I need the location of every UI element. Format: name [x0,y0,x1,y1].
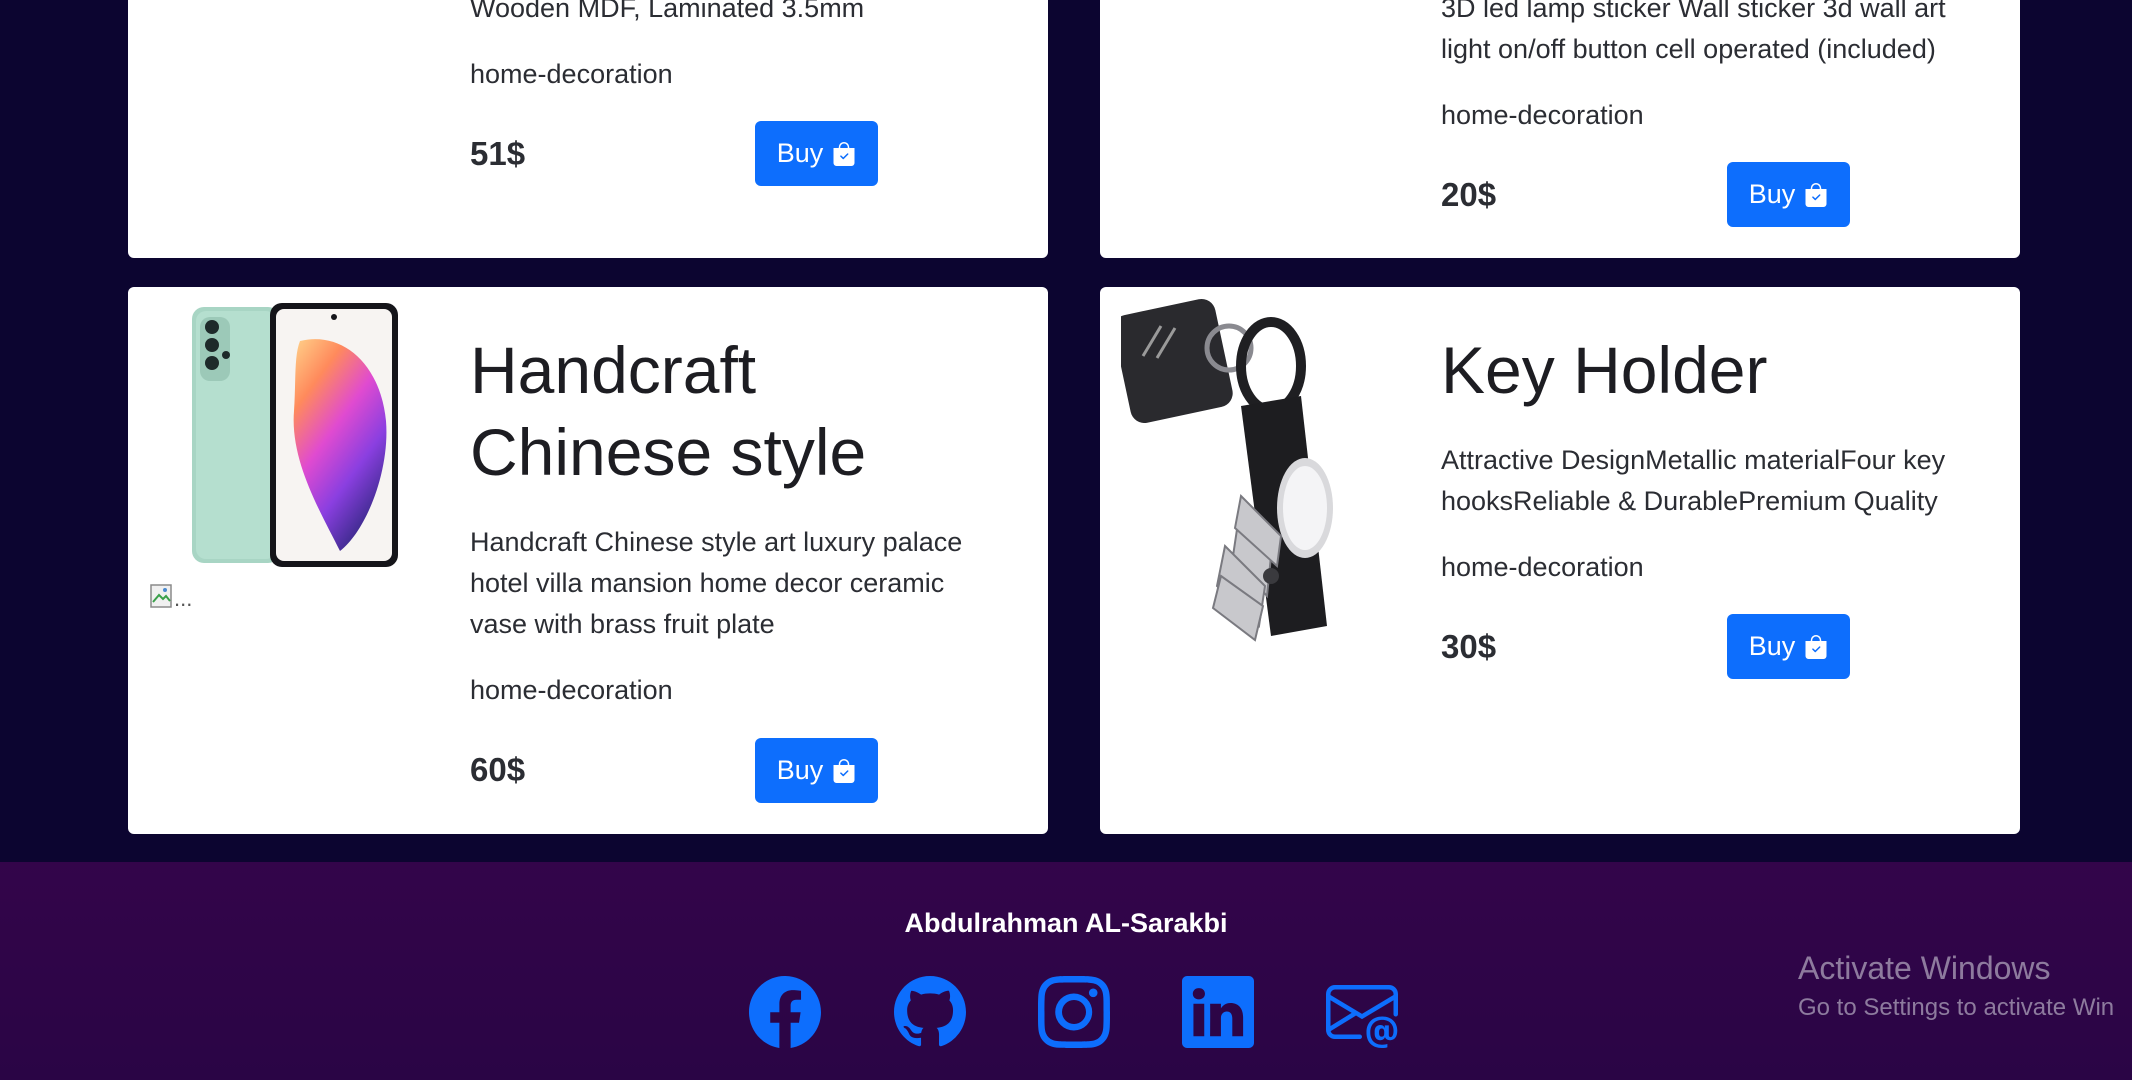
product-image-key-holder [1121,298,1333,642]
activate-windows-title: Activate Windows [1798,950,2051,986]
shopping-bag-icon [833,141,855,166]
product-description-line: Attractive DesignMetallic materialFour k… [1441,445,1946,475]
instagram-icon [1038,976,1110,1048]
buy-label: Buy [776,755,824,785]
product-price: 30$ [1441,628,1497,665]
shopping-bag-icon [1805,182,1827,207]
github-icon [894,976,966,1047]
facebook-icon [749,976,821,1048]
buy-button[interactable]: Buy [755,738,878,803]
linkedin-link[interactable] [1182,976,1254,1048]
activate-windows-subtitle: Go to Settings to activate Win [1798,994,2115,1021]
email-link[interactable] [1326,976,1398,1048]
product-card: 3D led lamp sticker Wall sticker 3d wall… [1100,0,2020,258]
github-link[interactable] [894,976,966,1048]
product-category: home-decoration [1441,100,1644,130]
buy-label: Buy [1748,631,1796,661]
product-description-line: vase with brass fruit plate [470,609,775,639]
email-icon [1326,985,1398,1048]
product-category: home-decoration [470,675,673,705]
product-description-line: hooksReliable & DurablePremium Quality [1441,486,1938,516]
buy-button[interactable]: Buy [1727,614,1850,679]
product-image-phone [192,303,398,567]
product-title: Key Holder [1441,333,1768,407]
instagram-link[interactable] [1038,976,1110,1048]
product-description: Wooden MDF, Laminated 3.5mm [470,0,865,23]
product-card: Wooden MDF, Laminated 3.5mm home-decorat… [128,0,1048,258]
product-category: home-decoration [470,59,673,89]
broken-image-alt: ... [174,586,193,611]
product-price: 60$ [470,751,526,788]
product-price: 51$ [470,135,526,172]
buy-label: Buy [1748,179,1796,209]
product-description-line: hotel villa mansion home decor ceramic [470,568,945,598]
shopping-bag-icon [1805,634,1827,659]
buy-button[interactable]: Buy [1727,162,1850,227]
shopping-bag-icon [833,758,855,783]
product-price: 20$ [1441,176,1497,213]
buy-label: Buy [776,138,824,168]
buy-button[interactable]: Buy [755,121,878,186]
product-card: Key Holder Attractive DesignMetallic mat… [1100,287,2020,834]
broken-image: ... [150,584,210,614]
product-category: home-decoration [1441,552,1644,582]
broken-image-icon [150,584,172,608]
products-section: Wooden MDF, Laminated 3.5mm home-decorat… [0,0,2132,862]
product-description-line: 3D led lamp sticker Wall sticker 3d wall… [1441,0,1946,23]
product-description-line: light on/off button cell operated (inclu… [1441,34,1936,64]
linkedin-icon [1182,976,1254,1048]
product-title-line: Handcraft [470,333,757,407]
facebook-link[interactable] [749,976,821,1048]
product-card: ... Handcraft Chinese style Handcraft Ch… [128,287,1048,834]
product-description-line: Handcraft Chinese style art luxury palac… [470,527,963,557]
footer-author: Abdulrahman AL-Sarakbi [904,908,1228,938]
product-title-line: Chinese style [470,415,867,489]
